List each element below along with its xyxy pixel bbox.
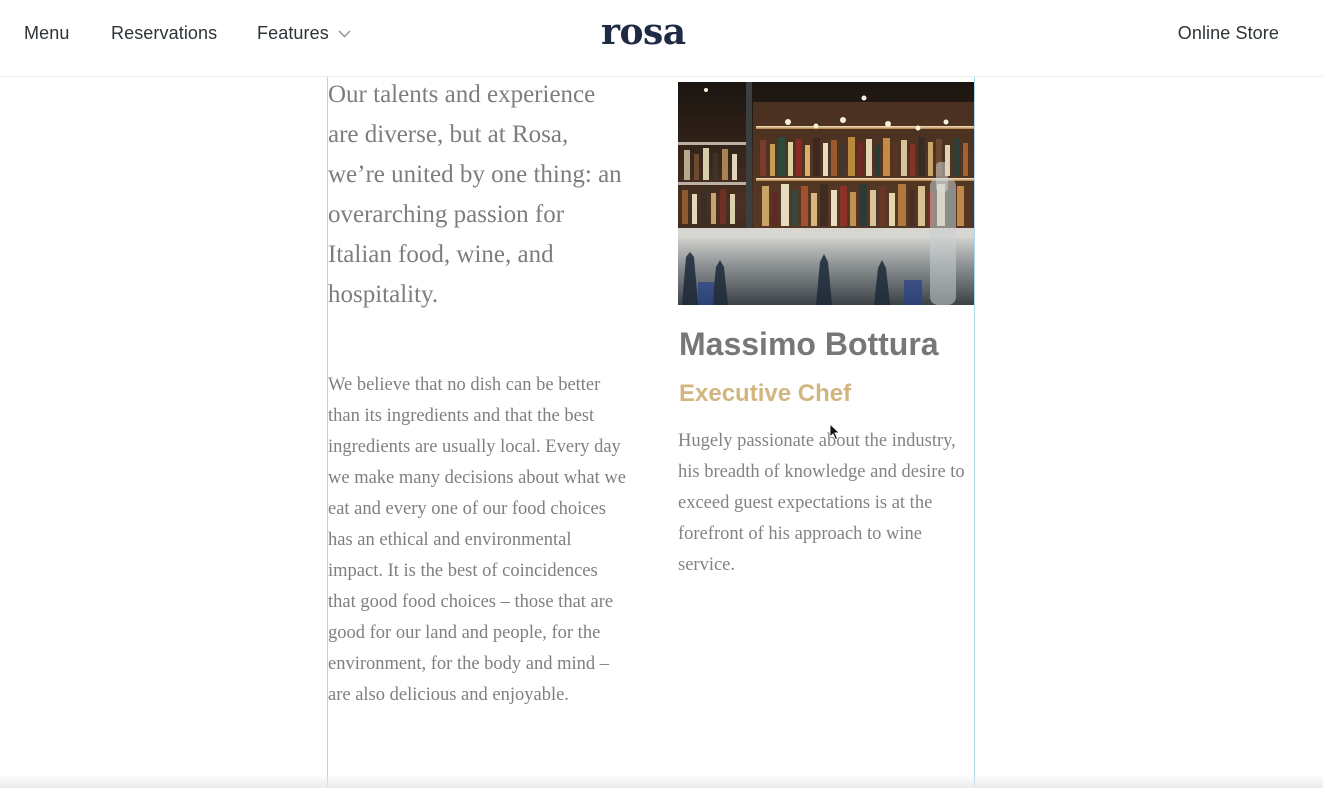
mouse-cursor-icon	[829, 423, 841, 441]
page: Menu Reservations Features rosa Online S…	[0, 0, 1323, 788]
site-header: Menu Reservations Features rosa Online S…	[0, 0, 1323, 77]
intro-lead-text: Our talents and experience are diverse, …	[328, 81, 622, 308]
chef-role: Executive Chef	[679, 380, 852, 407]
chevron-down-icon	[338, 21, 351, 43]
bottom-fade	[0, 774, 1323, 788]
nav-features-label: Features	[257, 23, 329, 43]
chef-bio: Hugely passionate about the industry, hi…	[678, 431, 965, 575]
intro-body-text: We believe that no dish can be better th…	[328, 375, 626, 705]
rosa-logo[interactable]: rosa	[601, 10, 686, 54]
nav-reservations-link[interactable]: Reservations	[111, 22, 217, 44]
nav-features-dropdown[interactable]: Features	[257, 22, 351, 45]
bar-shelf-photo	[678, 82, 974, 305]
layout-guide-right	[974, 76, 975, 788]
chef-name: Massimo Bottura	[679, 326, 939, 362]
nav-menu-link[interactable]: Menu	[24, 22, 69, 44]
nav-online-store-link[interactable]: Online Store	[1178, 22, 1279, 44]
